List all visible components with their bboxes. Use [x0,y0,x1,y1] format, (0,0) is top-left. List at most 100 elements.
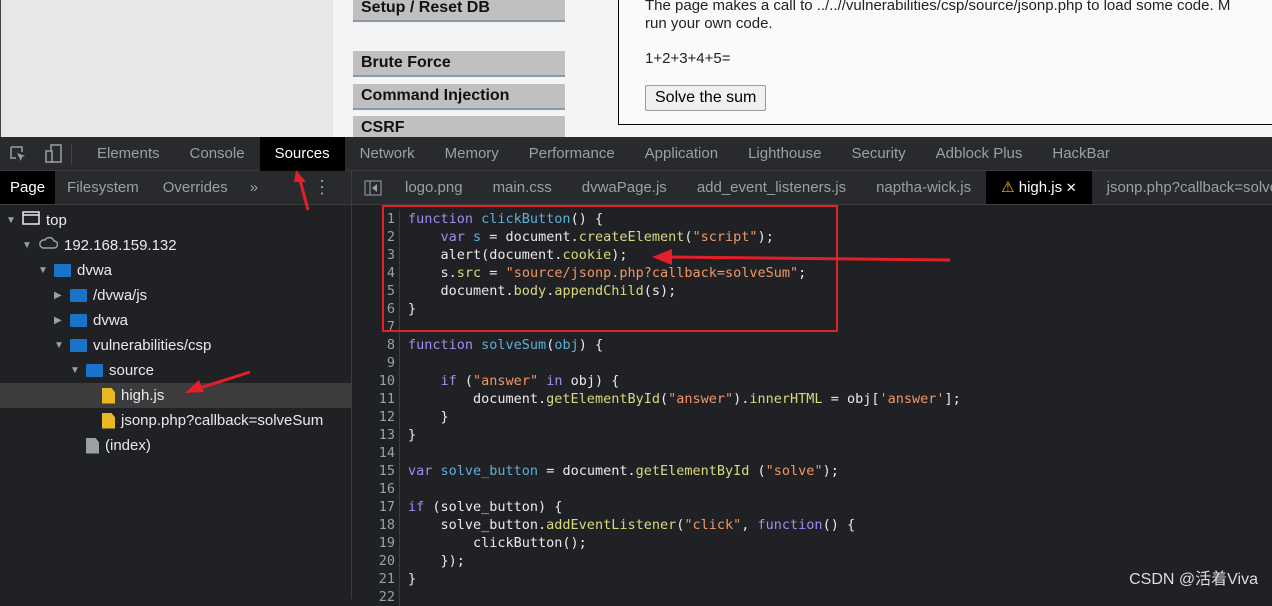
line-number[interactable]: 17 [352,498,400,516]
code-token: , [741,517,758,533]
code-line: 18 solve_button.addEventListener("click"… [352,516,855,534]
sum-label: 1+2+3+4+5= [645,50,731,67]
code-content: } [400,408,449,426]
file-tab[interactable]: ⚠ high.js ✕ [986,171,1092,204]
tree-node-label: dvwa [77,262,113,279]
code-content: clickButton(); [400,534,587,552]
warning-icon: ⚠ [1001,179,1019,196]
code-line: 14 [352,444,408,462]
inspect-element-icon[interactable] [0,137,36,171]
line-number[interactable]: 20 [352,552,400,570]
code-line: 10 if ("answer" in obj) { [352,372,619,390]
code-token: var [408,463,441,479]
tree-node[interactable]: jsonp.php?callback=solveSum [0,408,352,433]
menu-setup-reset-db[interactable]: Setup / Reset DB [353,0,565,22]
code-token: ]; [944,391,961,407]
tree-node-label: source [109,362,155,379]
tab-console[interactable]: Console [175,137,260,171]
tab-application[interactable]: Application [630,137,733,171]
line-number[interactable]: 13 [352,426,400,444]
tree-node[interactable]: ▶ /dvwa/js [0,283,352,308]
collapsed-arrow-icon[interactable]: ▶ [54,283,64,308]
code-token: = document. [538,463,636,479]
code-content [400,480,408,498]
code-token: "click" [684,517,742,533]
tree-node[interactable]: ▼ dvwa [0,258,352,283]
toggle-navigator-icon[interactable] [352,171,390,204]
file-tab[interactable]: logo.png [390,171,478,204]
code-token: if [408,499,433,515]
expanded-arrow-icon[interactable]: ▼ [70,358,80,383]
tree-node[interactable]: ▼ 192.168.159.132 [0,233,352,258]
expanded-arrow-icon[interactable]: ▼ [38,258,48,283]
close-icon[interactable]: ✕ [1062,180,1077,195]
expanded-arrow-icon[interactable]: ▼ [6,208,16,233]
tree-node[interactable]: ▼ source [0,358,352,383]
line-number[interactable]: 22 [352,588,400,606]
file-tab[interactable]: main.css [478,171,567,204]
line-number[interactable]: 16 [352,480,400,498]
code-token: clickButton(); [408,535,587,551]
tab-lighthouse[interactable]: Lighthouse [733,137,836,171]
menu-command-injection[interactable]: Command Injection [353,84,565,110]
nav-tab-filesystem[interactable]: Filesystem [55,171,151,204]
code-token: function [757,517,823,533]
more-options-icon[interactable]: ⋮ [303,171,341,204]
line-number[interactable]: 12 [352,408,400,426]
folder-icon [54,264,71,277]
line-number[interactable]: 14 [352,444,400,462]
code-token: document. [408,391,547,407]
line-number[interactable]: 10 [352,372,400,390]
tab-network[interactable]: Network [345,137,430,171]
tree-node[interactable]: (index) [0,433,352,458]
tab-adblock-plus[interactable]: Adblock Plus [921,137,1038,171]
tab-elements[interactable]: Elements [82,137,175,171]
file-tab[interactable]: dvwaPage.js [567,171,682,204]
line-number[interactable]: 8 [352,336,400,354]
file-tab[interactable]: add_event_listeners.js [682,171,861,204]
tab-security[interactable]: Security [836,137,920,171]
code-content [400,444,408,462]
tab-sources[interactable]: Sources [259,136,345,171]
menu-csrf[interactable]: CSRF [353,116,565,137]
code-line: 20 }); [352,552,465,570]
tab-hackbar[interactable]: HackBar [1037,137,1125,171]
nav-tab-page[interactable]: Page [0,171,56,204]
code-line: 15 var solve_button = document.getElement… [352,462,839,480]
code-content: } [400,570,416,588]
tree-node-label: dvwa [93,312,129,329]
tree-node[interactable]: ▶ dvwa [0,308,352,333]
code-token: ( [749,463,766,479]
expanded-arrow-icon[interactable]: ▼ [54,333,64,358]
code-token: ( [464,373,474,389]
file-tab[interactable]: jsonp.php?callback=solve [1092,171,1272,204]
line-number[interactable]: 21 [352,570,400,588]
solve-sum-button[interactable]: Solve the sum [645,85,767,111]
code-content: } [400,426,416,444]
line-number[interactable]: 15 [352,462,400,480]
code-content: function solveSum(obj) { [400,336,603,354]
more-tabs-icon[interactable]: » [240,171,268,204]
line-number[interactable]: 9 [352,354,400,372]
tree-node[interactable]: ▼ top [0,208,352,233]
tree-node-label: 192.168.159.132 [64,237,177,254]
tree-node[interactable]: ▼ vulnerabilities/csp [0,333,352,358]
line-number[interactable]: 11 [352,390,400,408]
tree-node[interactable]: high.js [0,383,352,408]
expanded-arrow-icon[interactable]: ▼ [22,233,32,258]
navigator-tabs: Page Filesystem Overrides » ⋮ [0,171,352,204]
code-token: ) { [578,337,604,353]
collapsed-arrow-icon[interactable]: ▶ [54,308,64,333]
file-tab-label: dvwaPage.js [581,179,667,196]
device-toolbar-icon[interactable] [36,143,72,164]
line-number[interactable]: 19 [352,534,400,552]
tab-memory[interactable]: Memory [430,137,514,171]
nav-tab-overrides[interactable]: Overrides [151,171,240,204]
line-number[interactable]: 18 [352,516,400,534]
file-tree: ▼ top ▼ 192.168.159.132 ▼ dvwa ▶/dvwa/js ▶ dvwa ▼… [0,205,352,599]
file-tab[interactable]: naptha-wick.js [861,171,986,204]
menu-brute-force[interactable]: Brute Force [353,51,565,77]
code-line: 12 } [352,408,449,426]
code-line: 19 clickButton(); [352,534,587,552]
tab-performance[interactable]: Performance [514,137,630,171]
